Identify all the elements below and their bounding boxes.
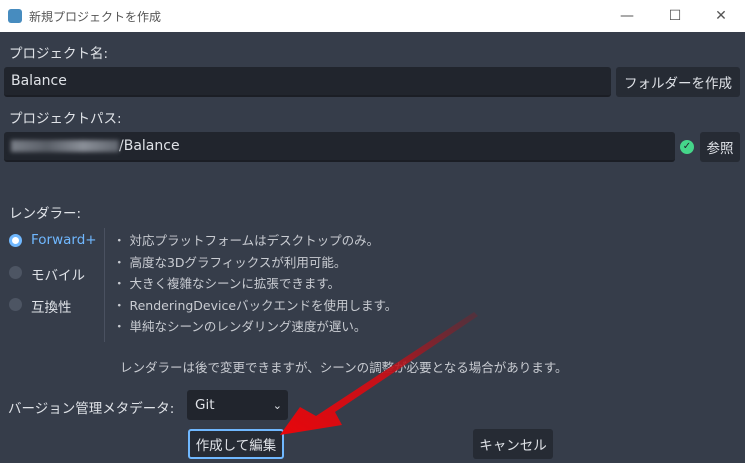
window-title: 新規プロジェクトを作成: [29, 9, 162, 24]
blurred-path: [11, 140, 119, 152]
title-bar: 新規プロジェクトを作成 — ☐ ✕: [0, 0, 745, 32]
godot-logo-icon: [8, 9, 22, 23]
project-path-label: プロジェクトパス:: [9, 111, 122, 127]
project-path-input[interactable]: /Balance: [4, 132, 675, 162]
feature-item: ・ 大きく複雑なシーンに拡張できます。: [113, 276, 341, 291]
cancel-button[interactable]: キャンセル: [473, 429, 553, 459]
project-name-label: プロジェクト名:: [9, 46, 109, 62]
renderer-option-label: モバイル: [31, 268, 85, 284]
create-and-edit-button[interactable]: 作成して編集: [188, 429, 284, 459]
divider: [104, 228, 105, 342]
browse-button[interactable]: 参照: [700, 132, 740, 162]
feature-item: ・ RenderingDeviceバックエンドを使用します。: [113, 297, 398, 313]
chevron-down-icon: ⌄: [272, 398, 282, 412]
vcs-value: Git: [195, 397, 215, 413]
create-folder-button[interactable]: フォルダーを作成: [616, 67, 740, 97]
project-path-value: /Balance: [119, 138, 180, 154]
vcs-label: バージョン管理メタデータ:: [8, 401, 175, 417]
project-name-input[interactable]: Balance: [4, 67, 611, 97]
radio-icon: [9, 266, 22, 279]
renderer-option-label: 互換性: [31, 300, 72, 316]
minimize-button[interactable]: —: [604, 0, 650, 32]
check-circle-icon: ✓: [680, 140, 694, 154]
close-button[interactable]: ✕: [698, 0, 744, 32]
radio-icon: [9, 298, 22, 311]
radio-selected-icon: [9, 234, 22, 247]
renderer-option-label: Forward+: [31, 232, 97, 248]
renderer-label: レンダラー:: [9, 206, 82, 222]
feature-item: ・ 単純なシーンのレンダリング速度が遅い。: [113, 319, 367, 334]
project-name-value: Balance: [11, 73, 67, 89]
vcs-select[interactable]: Git ⌄: [187, 390, 288, 420]
maximize-button[interactable]: ☐: [652, 0, 698, 32]
renderer-note: レンダラーは後で変更できますが、シーンの調整が必要となる場合があります。: [120, 360, 568, 375]
feature-item: ・ 高度な3Dグラフィックスが利用可能。: [113, 254, 347, 270]
feature-item: ・ 対応プラットフォームはデスクトップのみ。: [113, 233, 380, 248]
renderer-features: ・ 対応プラットフォームはデスクトップのみ。 ・ 高度な3Dグラフィックスが利用…: [113, 230, 397, 338]
